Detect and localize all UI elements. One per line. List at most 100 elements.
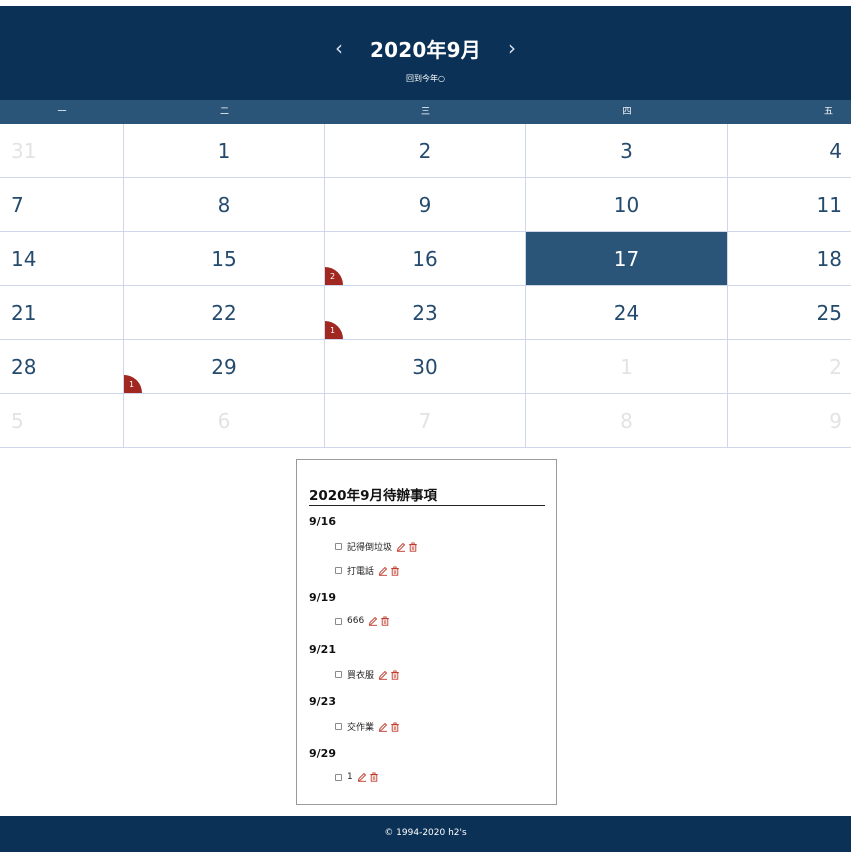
- calendar-grid: 31 1 2 3 4 7 8 9 10 11 14 15 16 2 17 18 21 22 23 1 24 25 28 29 1…: [0, 124, 851, 448]
- day-number: 1: [217, 138, 231, 163]
- day-cell[interactable]: 29 1: [124, 340, 325, 393]
- day-cell[interactable]: 18: [728, 232, 851, 285]
- day-cell[interactable]: 21: [0, 286, 124, 339]
- week-row: 5 6 7 8 9: [0, 394, 851, 448]
- day-cell[interactable]: 8: [526, 394, 728, 447]
- weekday-header-row: 一 二 三 四 五: [0, 100, 851, 124]
- todo-checkbox[interactable]: [335, 671, 342, 678]
- day-number: 2: [829, 354, 842, 379]
- day-number: 9: [418, 192, 432, 217]
- copyright-text: © 1994-2020 h2's: [384, 828, 467, 838]
- day-cell[interactable]: 16 2: [325, 232, 526, 285]
- day-cell[interactable]: 22: [124, 286, 325, 339]
- day-number: 10: [613, 192, 640, 217]
- day-number: 7: [418, 408, 432, 433]
- week-row: 14 15 16 2 17 18: [0, 232, 851, 286]
- weekday-fri: 五: [823, 107, 833, 117]
- month-title: 2020年9月: [370, 37, 481, 62]
- day-number: 31: [11, 138, 37, 163]
- todo-date-heading: 9/21: [309, 643, 336, 656]
- day-cell[interactable]: 1: [124, 124, 325, 177]
- day-cell[interactable]: 2: [325, 124, 526, 177]
- day-number: 23: [412, 300, 438, 325]
- pencil-icon[interactable]: [357, 772, 367, 782]
- day-cell[interactable]: 7: [325, 394, 526, 447]
- day-cell[interactable]: 6: [124, 394, 325, 447]
- todo-checkbox[interactable]: [335, 773, 342, 781]
- trash-icon[interactable]: [369, 772, 379, 782]
- trash-icon[interactable]: [380, 616, 390, 626]
- day-cell[interactable]: 23 1: [325, 286, 526, 339]
- week-row: 7 8 9 10 11: [0, 178, 851, 232]
- todo-panel: 2020年9月待辦事項 9/16 記得倒垃圾 打電話 9/19 666 9/21 買衣服 9/…: [296, 459, 557, 805]
- prev-month-button[interactable]: ‹: [324, 33, 354, 63]
- day-number: 25: [816, 300, 842, 325]
- todo-item-label: 交作業: [347, 723, 375, 733]
- day-number: 17: [613, 246, 640, 271]
- day-number: 9: [829, 408, 842, 433]
- todo-item-label: 買衣服: [347, 671, 375, 681]
- day-number: 24: [613, 300, 640, 325]
- weekday-wed: 三: [420, 107, 430, 117]
- day-cell[interactable]: 31: [0, 124, 124, 177]
- trash-icon[interactable]: [408, 541, 418, 552]
- day-number: 3: [620, 138, 633, 163]
- week-row: 28 29 1 30 1 2: [0, 340, 851, 394]
- todo-checkbox[interactable]: [335, 617, 342, 625]
- day-number: 18: [816, 246, 842, 271]
- pencil-icon[interactable]: [396, 542, 406, 552]
- day-cell[interactable]: 15: [124, 232, 325, 285]
- todo-item-label: 打電話: [347, 567, 375, 577]
- pencil-icon[interactable]: [378, 722, 388, 732]
- footer: © 1994-2020 h2's: [0, 816, 851, 852]
- day-number: 14: [11, 246, 37, 271]
- day-cell[interactable]: 1: [526, 340, 728, 393]
- day-number: 21: [11, 300, 37, 325]
- todo-count-badge: 1: [124, 375, 142, 393]
- todo-checkbox[interactable]: [335, 723, 342, 730]
- day-cell[interactable]: 24: [526, 286, 728, 339]
- next-month-button[interactable]: ›: [497, 33, 527, 63]
- day-cell[interactable]: 14: [0, 232, 124, 285]
- todo-count: 1: [330, 326, 336, 335]
- day-number: 8: [217, 192, 231, 217]
- day-cell[interactable]: 4: [728, 124, 851, 177]
- day-cell[interactable]: 2: [728, 340, 851, 393]
- trash-icon[interactable]: [390, 669, 400, 680]
- todo-item: 記得倒垃圾: [335, 540, 418, 553]
- day-cell[interactable]: 28: [0, 340, 124, 393]
- trash-icon[interactable]: [390, 721, 400, 732]
- todo-item-label: 記得倒垃圾: [347, 543, 393, 553]
- todo-item: 666: [335, 616, 390, 626]
- todo-checkbox[interactable]: [335, 543, 342, 550]
- todo-item-label: 666: [347, 616, 365, 626]
- day-cell[interactable]: 3: [526, 124, 728, 177]
- day-cell[interactable]: 9: [325, 178, 526, 231]
- todo-checkbox[interactable]: [335, 567, 342, 574]
- day-cell[interactable]: 11: [728, 178, 851, 231]
- day-number: 5: [11, 408, 24, 433]
- day-number: 15: [211, 246, 237, 271]
- day-cell[interactable]: 5: [0, 394, 124, 447]
- day-cell[interactable]: 30: [325, 340, 526, 393]
- day-number: 1: [620, 354, 633, 379]
- day-cell[interactable]: 9: [728, 394, 851, 447]
- trash-icon[interactable]: [390, 565, 400, 576]
- day-cell[interactable]: 8: [124, 178, 325, 231]
- back-to-today-link[interactable]: 回到今年○: [0, 73, 851, 84]
- day-number: 4: [829, 138, 842, 163]
- week-row: 31 1 2 3 4: [0, 124, 851, 178]
- pencil-icon[interactable]: [378, 566, 388, 576]
- todo-count: 1: [129, 380, 135, 389]
- week-row: 21 22 23 1 24 25: [0, 286, 851, 340]
- pencil-icon[interactable]: [378, 670, 388, 680]
- todo-item: 1: [335, 772, 379, 782]
- pencil-icon[interactable]: [368, 616, 378, 626]
- day-cell[interactable]: 10: [526, 178, 728, 231]
- day-number: 11: [816, 192, 842, 217]
- day-cell-today[interactable]: 17: [526, 232, 728, 285]
- day-cell[interactable]: 7: [0, 178, 124, 231]
- todo-title: 2020年9月待辦事項: [309, 484, 545, 506]
- day-cell[interactable]: 25: [728, 286, 851, 339]
- day-number: 29: [211, 354, 237, 379]
